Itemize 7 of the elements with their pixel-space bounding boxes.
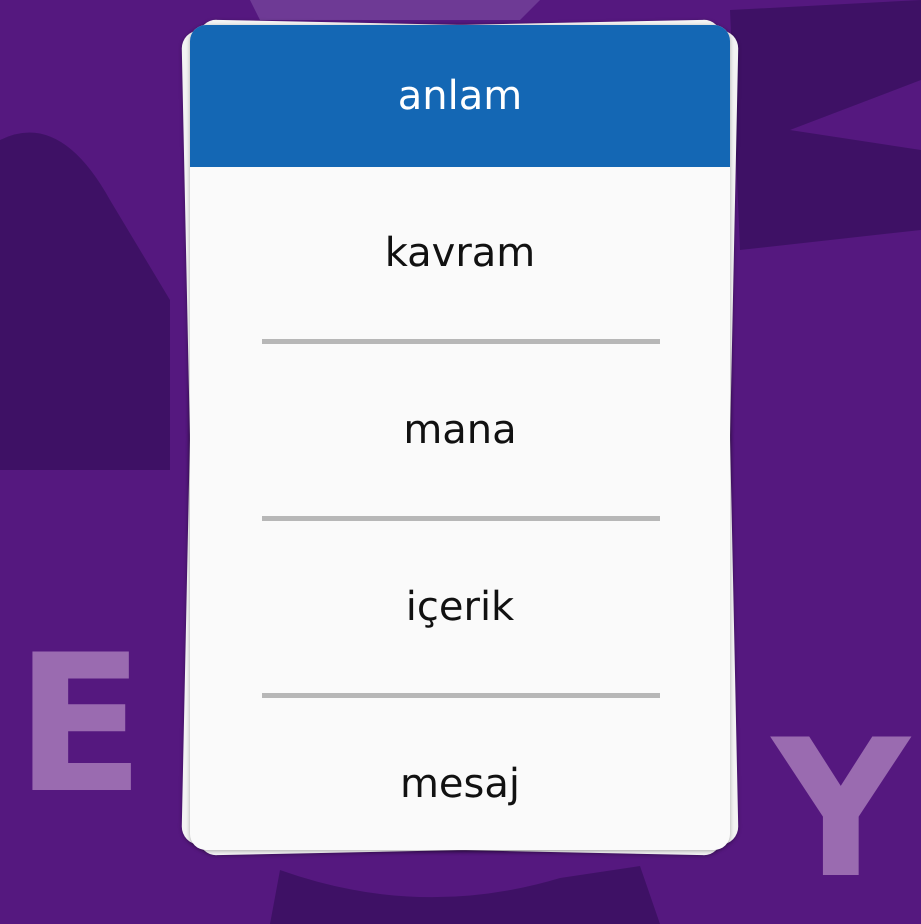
background-letter: Y: [772, 715, 910, 905]
background-letter: E: [15, 630, 145, 820]
forbidden-word: kavram: [384, 230, 536, 276]
forbidden-word: mesaj: [400, 761, 520, 807]
card-title: anlam: [398, 73, 522, 119]
forbidden-word: içerik: [406, 584, 514, 630]
forbidden-word: mana: [403, 407, 517, 453]
